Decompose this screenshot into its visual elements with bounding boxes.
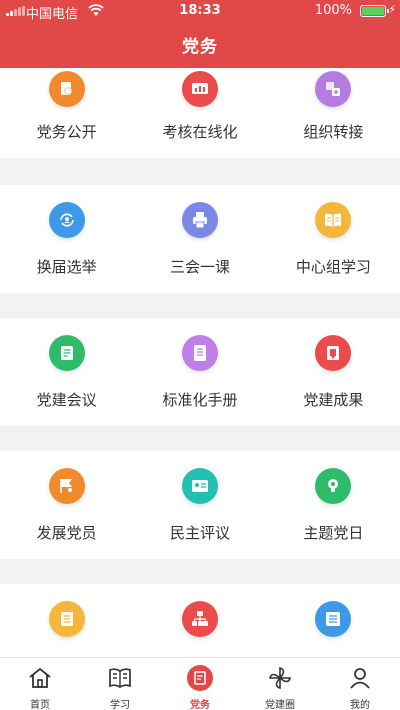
presentation-chart-icon [181, 71, 218, 107]
charging-icon: ⚡ [388, 3, 396, 16]
refresh-user-icon [48, 202, 85, 238]
grid-item-label: 民主评议 [169, 524, 230, 542]
battery-icon [360, 5, 389, 17]
grid-item-label: 考核在线化 [162, 123, 238, 141]
flag-user-icon [48, 468, 85, 504]
tab-user[interactable]: 我的 [320, 658, 400, 710]
tab-label: 学习 [110, 700, 130, 710]
top-bar: 中国电信 18:33 100% ⚡ 党务 [0, 0, 400, 68]
grid-item-label: 党务公开 [36, 123, 97, 141]
tab-pinwheel[interactable]: 党建圈 [240, 658, 320, 710]
battery-percent: 100% [314, 3, 352, 18]
grid-item[interactable]: 中心组学习 [267, 185, 400, 293]
grid-item-label: 三会一课 [169, 258, 230, 276]
grid-item[interactable]: 党建会议 [0, 318, 133, 426]
tab-party-affairs[interactable]: 党务 [160, 658, 240, 710]
grid-item[interactable]: 主题党日 [267, 451, 400, 559]
grid-item[interactable]: 标准化手册 [133, 318, 266, 426]
list-icon [315, 601, 352, 637]
list-document-icon [48, 601, 85, 637]
page-title: 党务 [182, 37, 218, 57]
grid-item[interactable] [0, 584, 133, 657]
grid-item-label: 发展党员 [36, 524, 97, 542]
grid-section: 发展党员 民主评议 主题党日 [0, 451, 400, 559]
grid-item[interactable] [267, 584, 400, 657]
manual-icon [181, 335, 218, 371]
open-book-icon [315, 202, 352, 238]
grid-section [0, 584, 400, 657]
tab-label: 首页 [30, 700, 50, 710]
grid-item[interactable]: 党务公开 [0, 68, 133, 158]
book-icon [109, 668, 131, 688]
grid-item-label: 组织转接 [303, 123, 364, 141]
grid-section: 党建会议 标准化手册 党建成果 [0, 318, 400, 426]
status-bar: 中国电信 18:33 100% ⚡ [0, 0, 400, 22]
printer-icon [181, 202, 218, 238]
meeting-notes-icon [48, 335, 85, 371]
grid-item[interactable] [133, 584, 266, 657]
grid-item[interactable]: 三会一课 [133, 185, 266, 293]
tab-label: 我的 [350, 700, 370, 710]
tab-label: 党建圈 [265, 700, 295, 710]
org-chart-icon [181, 601, 218, 637]
user-icon [350, 668, 370, 689]
grid-item-label: 党建会议 [36, 391, 97, 409]
tab-home[interactable]: 首页 [0, 658, 80, 710]
pinwheel-icon [268, 666, 292, 690]
grid-item-label: 换届选举 [36, 258, 97, 276]
grid-item[interactable]: 换届选举 [0, 185, 133, 293]
grid-section: 换届选举 三会一课 中心组学习 [0, 185, 400, 293]
transfer-icon [315, 71, 352, 107]
grid-item[interactable]: 党建成果 [267, 318, 400, 426]
achievement-book-icon [315, 335, 352, 371]
grid-item-label: 主题党日 [303, 524, 364, 542]
id-card-icon [181, 468, 218, 504]
party-affairs-icon [187, 665, 213, 691]
grid-item-label: 中心组学习 [295, 258, 371, 276]
grid-item[interactable]: 组织转接 [267, 68, 400, 158]
tab-book[interactable]: 学习 [80, 658, 160, 710]
grid-item[interactable]: 考核在线化 [133, 68, 266, 158]
tab-bar: 首页 学习 党务 党建圈 我的 [0, 657, 400, 710]
grid-item-label: 标准化手册 [162, 391, 238, 409]
grid-item[interactable]: 发展党员 [0, 451, 133, 559]
grid-item[interactable]: 民主评议 [133, 451, 266, 559]
tab-label: 党务 [190, 700, 210, 710]
grid-section: 党务公开 考核在线化 组织转接 [0, 68, 400, 158]
home-icon [29, 667, 51, 688]
grid-item-label: 党建成果 [303, 391, 364, 409]
lightbulb-icon [315, 468, 352, 504]
document-search-icon [48, 71, 85, 107]
